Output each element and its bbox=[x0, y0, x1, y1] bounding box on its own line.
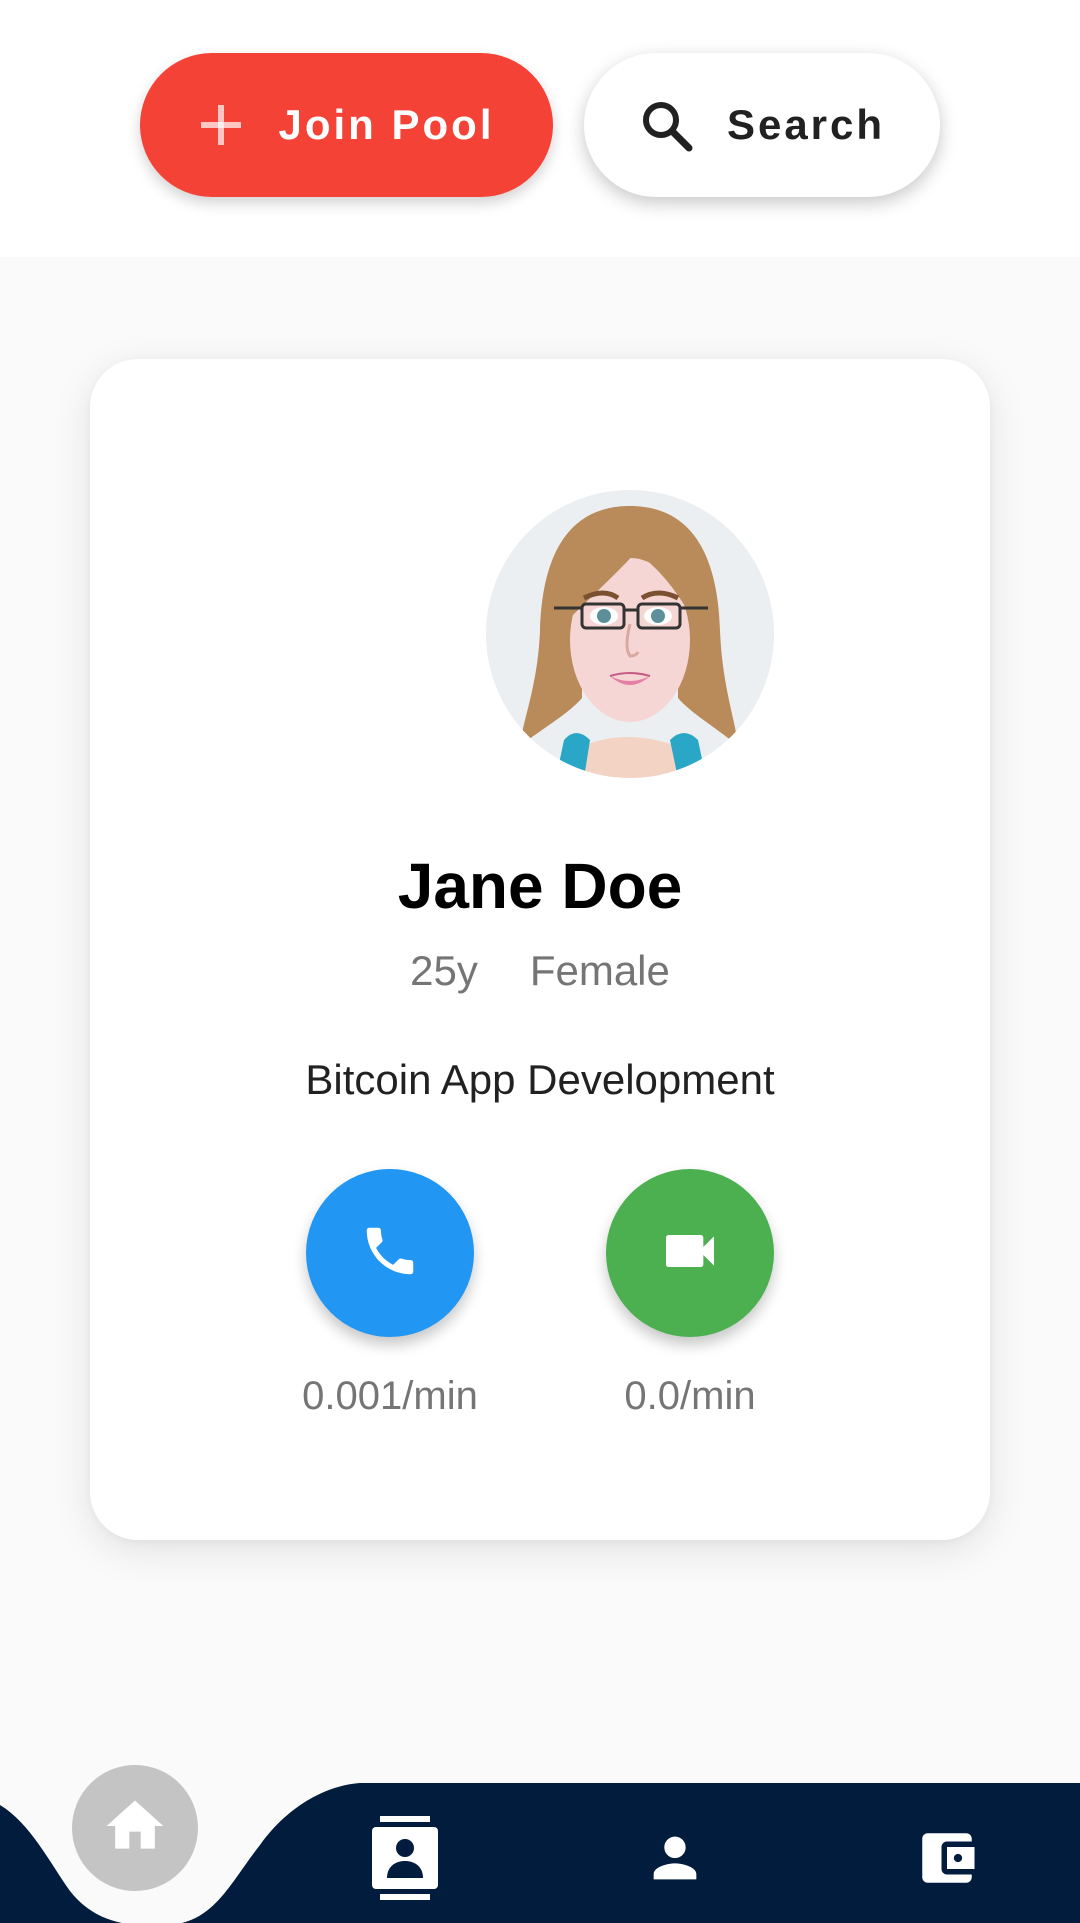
profile-card: Jane Doe 25y Female Bitcoin App Developm… bbox=[90, 359, 990, 1540]
video-call-button[interactable] bbox=[606, 1169, 774, 1337]
nav-home-button[interactable] bbox=[72, 1765, 198, 1891]
join-pool-button[interactable]: Join Pool bbox=[140, 53, 553, 197]
profile-meta: 25y Female bbox=[90, 947, 990, 995]
profile-gender: Female bbox=[529, 947, 670, 994]
nav-wallet-button[interactable] bbox=[907, 1820, 987, 1900]
plus-icon bbox=[199, 103, 243, 147]
search-label: Search bbox=[726, 101, 886, 148]
profile-topic: Bitcoin App Development bbox=[305, 1056, 775, 1103]
contact-card-icon bbox=[370, 1815, 440, 1905]
join-pool-label: Join Pool bbox=[278, 101, 495, 148]
nav-contacts-button[interactable] bbox=[365, 1815, 445, 1900]
profile-age: 25y bbox=[410, 947, 478, 994]
top-bar: Join Pool Search bbox=[0, 0, 1080, 257]
video-camera-icon bbox=[658, 1219, 722, 1288]
person-icon bbox=[643, 1826, 707, 1895]
phone-icon bbox=[359, 1220, 421, 1287]
search-icon bbox=[639, 98, 693, 152]
voice-rate: 0.001/min bbox=[302, 1374, 478, 1418]
home-icon bbox=[101, 1792, 169, 1865]
nav-profile-button[interactable] bbox=[635, 1820, 715, 1900]
search-button[interactable]: Search bbox=[584, 53, 940, 197]
voice-call-button[interactable] bbox=[306, 1169, 474, 1337]
wallet-icon bbox=[914, 1825, 980, 1896]
profile-name: Jane Doe bbox=[397, 850, 683, 922]
avatar bbox=[486, 490, 774, 778]
video-rate: 0.0/min bbox=[624, 1374, 756, 1418]
